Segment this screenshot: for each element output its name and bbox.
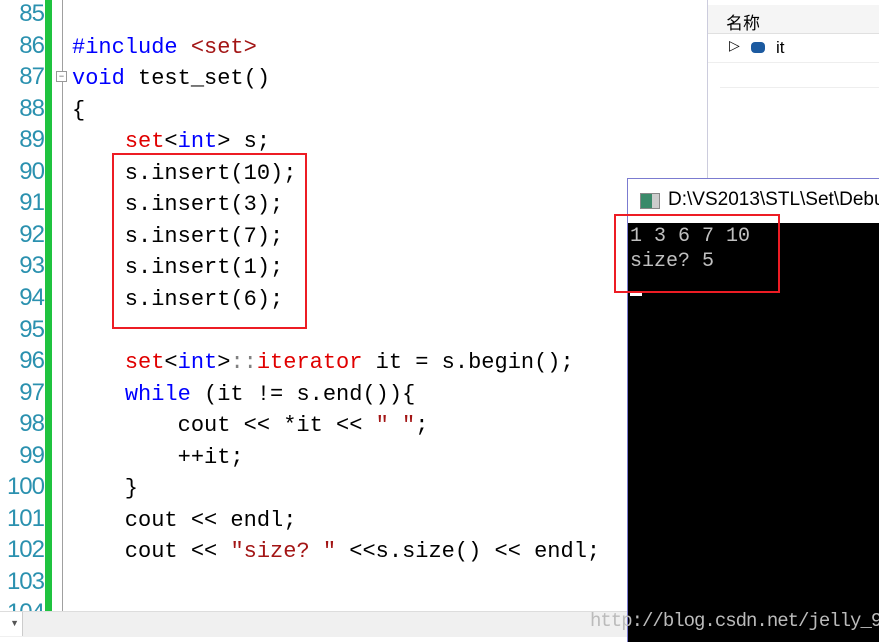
code-token: <	[164, 129, 178, 155]
highlight-box-output	[614, 214, 780, 293]
code-token: {	[72, 97, 86, 123]
code-line: #include <set>	[72, 32, 257, 63]
code-token: cout << endl;	[72, 507, 297, 533]
code-token: }	[72, 476, 139, 502]
code-line: }	[72, 473, 138, 504]
line-number: 103	[6, 567, 45, 595]
watch-row-it[interactable]: ▷ it	[708, 34, 879, 63]
code-token: int	[177, 129, 218, 155]
zoom-dropdown[interactable]: ▼	[0, 612, 23, 636]
line-number: 99	[19, 441, 45, 469]
line-number: 88	[19, 94, 45, 122]
code-token: iterator	[256, 350, 363, 376]
line-number: 102	[6, 536, 45, 564]
watch-column-header[interactable]: 名称	[708, 5, 879, 34]
code-token: set	[124, 350, 165, 376]
line-number: 95	[19, 315, 45, 343]
code-token: > s;	[217, 129, 271, 155]
code-line: cout << endl;	[72, 505, 297, 536]
code-line: ++it;	[72, 442, 244, 473]
line-number: 97	[19, 378, 45, 406]
code-token: it = s.begin();	[362, 350, 574, 376]
code-line: cout << "size? " <<s.size() << endl;	[72, 536, 600, 567]
watermark: http://blog.csdn.net/jelly_9	[590, 610, 879, 632]
code-line: {	[72, 95, 85, 126]
line-number: 98	[19, 410, 45, 438]
line-number-gutter: 85 86 87 88 89 90 91 92 93 94 95 96 97 98 99 100 101 102 1…	[0, 0, 45, 626]
code-token: #include	[72, 34, 191, 60]
code-line: set<int>::iterator it = s.begin();	[72, 347, 574, 378]
line-number: 89	[19, 126, 45, 154]
collapse-icon[interactable]: −	[56, 71, 67, 82]
code-token: ;	[415, 413, 429, 439]
code-line: while (it != s.end()){	[72, 379, 415, 410]
code-token: ::	[230, 350, 257, 376]
code-token: <	[164, 350, 178, 376]
code-token: while	[124, 381, 191, 407]
code-line: void test_set()	[72, 63, 270, 94]
chevron-down-icon: ▼	[10, 618, 19, 628]
variable-icon	[751, 42, 765, 53]
console-cursor	[630, 293, 642, 296]
code-token: <set>	[190, 34, 257, 60]
code-token: int	[177, 350, 218, 376]
code-token: cout <<	[72, 539, 231, 565]
watch-empty-row[interactable]	[720, 62, 879, 88]
line-number: 92	[19, 220, 45, 248]
line-number: 100	[6, 473, 45, 501]
editor-status-bar: ▼	[0, 611, 627, 637]
expand-triangle-icon[interactable]: ▷	[729, 37, 740, 54]
line-number: 96	[19, 347, 45, 375]
gutter-divider	[62, 0, 63, 611]
code-token: (it != s.end()){	[190, 381, 416, 407]
line-number: 86	[19, 31, 45, 59]
code-token: "size? "	[230, 539, 337, 565]
code-token: ++it;	[72, 444, 244, 470]
line-number: 93	[19, 252, 45, 280]
line-number: 85	[19, 0, 45, 27]
change-tracking-bar	[45, 0, 52, 611]
line-number: 90	[19, 157, 45, 185]
console-title: D:\VS2013\STL\Set\Debug	[668, 189, 879, 210]
code-token: void	[72, 66, 125, 92]
code-token: >	[217, 350, 231, 376]
line-number: 94	[19, 283, 45, 311]
line-number: 91	[19, 189, 45, 217]
code-line: cout << *it << " ";	[72, 410, 429, 441]
code-token: cout << *it <<	[72, 413, 376, 439]
code-token: <<s.size() << endl;	[336, 539, 601, 565]
line-number: 87	[19, 63, 45, 91]
code-token: " "	[375, 413, 416, 439]
code-token: test_set()	[124, 66, 271, 92]
console-app-icon	[640, 193, 660, 209]
line-number: 101	[6, 504, 45, 532]
highlight-box-inserts	[112, 153, 307, 329]
code-token: set	[124, 129, 165, 155]
